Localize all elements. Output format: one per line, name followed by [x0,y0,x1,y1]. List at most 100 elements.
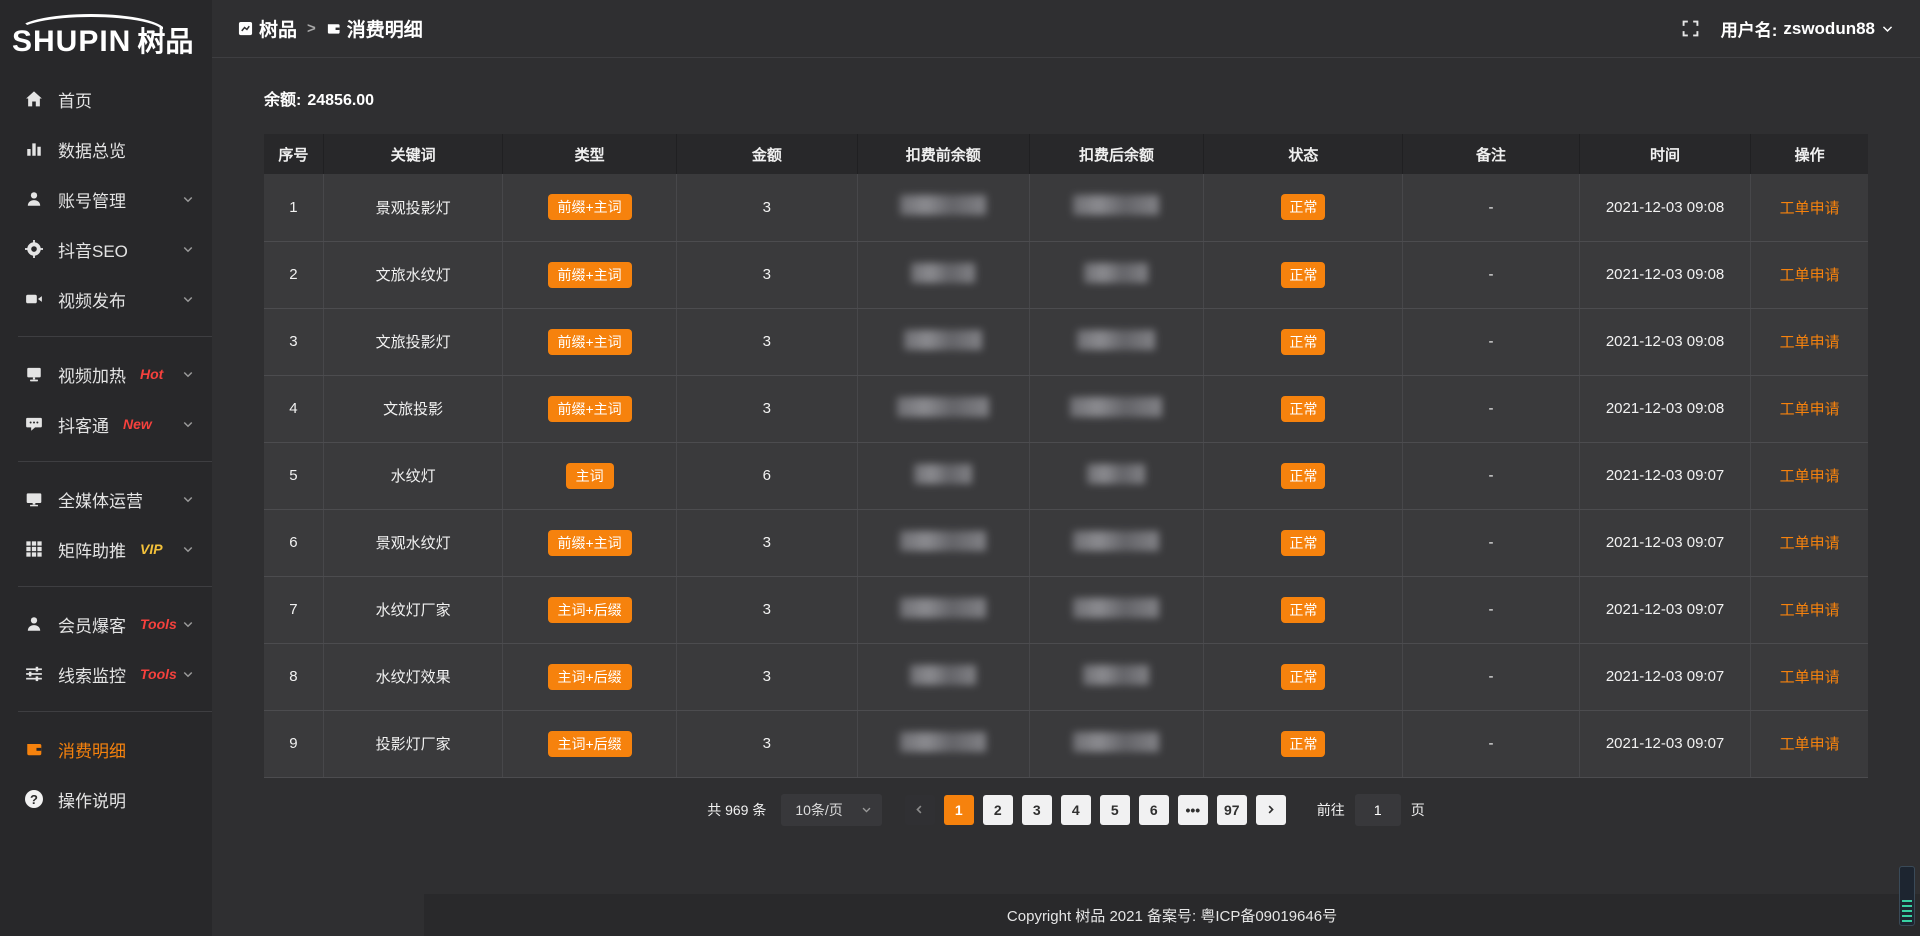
monitor-icon [24,490,44,508]
more-pages-button[interactable]: ••• [1178,795,1208,825]
type-badge: 主词+后缀 [548,597,632,623]
col-status: 状态 [1204,134,1403,174]
breadcrumb-current: 消费明细 [326,15,423,42]
sliders-icon [24,665,44,683]
cell-time: 2021-12-03 09:07 [1579,509,1751,576]
ticket-apply-link[interactable]: 工单申请 [1780,401,1840,418]
sidebar-item-data-overview[interactable]: 数据总览 [0,124,212,174]
cell-balance-before [857,442,1029,509]
cell-remark: - [1403,643,1579,710]
cell-status: 正常 [1204,241,1403,308]
jump-label-before: 前往 [1317,800,1345,820]
cell-time: 2021-12-03 09:07 [1579,442,1751,509]
page-button-3[interactable]: 3 [1022,795,1052,825]
page-button-1[interactable]: 1 [944,795,974,825]
prev-page-button[interactable] [905,795,935,825]
main-area: 树品 > 消费明细 用户名: zswodun88 [212,0,1920,936]
cell-status: 正常 [1204,710,1403,777]
sidebar: SHUPIN树品 首页 数据总览 账号管理 [0,0,212,936]
gear-icon [24,240,44,258]
jump-page-input[interactable] [1355,794,1401,826]
sidebar-item-account-mgmt[interactable]: 账号管理 [0,174,212,224]
sidebar-item-video-publish[interactable]: 视频发布 [0,274,212,324]
ticket-apply-link[interactable]: 工单申请 [1780,334,1840,351]
cell-status: 正常 [1204,375,1403,442]
ticket-apply-link[interactable]: 工单申请 [1780,200,1840,217]
page-button-2[interactable]: 2 [983,795,1013,825]
cell-remark: - [1403,509,1579,576]
cell-balance-after [1029,509,1204,576]
sidebar-item-douyin-seo[interactable]: 抖音SEO [0,224,212,274]
table-row: 8 水纹灯效果 主词+后缀 3 正常 - 2021-12-03 09:07 工单… [264,643,1868,710]
type-badge: 前缀+主词 [548,262,632,288]
cell-keyword: 景观水纹灯 [323,509,503,576]
sidebar-item-matrix-boost[interactable]: 矩阵助推 VIP [0,524,212,574]
type-badge: 前缀+主词 [548,329,632,355]
breadcrumb-home[interactable]: 树品 [238,15,297,42]
censored-balance [1073,732,1159,752]
sidebar-item-member-burst[interactable]: 会员爆客 Tools [0,599,212,649]
sidebar-item-douketong[interactable]: 抖客通 New [0,399,212,449]
sidebar-item-instructions[interactable]: ? 操作说明 [0,774,212,824]
sidebar-item-omni-media[interactable]: 全媒体运营 [0,474,212,524]
cell-balance-before [857,509,1029,576]
censored-balance [914,464,972,484]
cell-type: 主词+后缀 [503,710,676,777]
chevron-down-icon [182,418,194,430]
user-menu[interactable]: 用户名: zswodun88 [1721,16,1894,41]
censored-balance [1083,665,1149,685]
cell-status: 正常 [1204,643,1403,710]
sidebar-item-lead-monitor[interactable]: 线索监控 Tools [0,649,212,699]
censored-balance [1077,330,1155,350]
ticket-apply-link[interactable]: 工单申请 [1780,602,1840,619]
ticket-apply-link[interactable]: 工单申请 [1780,468,1840,485]
floating-widget[interactable] [1899,866,1915,926]
page-size-select[interactable]: 10条/页 [781,794,881,826]
chevron-down-icon [861,804,872,815]
page-button-6[interactable]: 6 [1139,795,1169,825]
cell-remark: - [1403,241,1579,308]
ticket-apply-link[interactable]: 工单申请 [1780,669,1840,686]
cell-type: 前缀+主词 [503,308,676,375]
cell-status: 正常 [1204,308,1403,375]
cell-balance-after [1029,241,1204,308]
balance-line: 余额:24856.00 [264,86,1868,110]
ticket-apply-link[interactable]: 工单申请 [1780,535,1840,552]
next-page-button[interactable] [1256,795,1286,825]
cell-status: 正常 [1204,174,1403,241]
ticket-apply-link[interactable]: 工单申请 [1780,267,1840,284]
sidebar-item-home[interactable]: 首页 [0,74,212,124]
sidebar-item-label: 消费明细 [58,737,126,762]
fullscreen-icon[interactable] [1682,20,1699,37]
page-button-5[interactable]: 5 [1100,795,1130,825]
table-row: 1 景观投影灯 前缀+主词 3 正常 - 2021-12-03 09:08 工单… [264,174,1868,241]
chat-bubble-icon [24,415,44,433]
status-badge: 正常 [1281,731,1325,757]
cell-action: 工单申请 [1751,375,1868,442]
page-button-4[interactable]: 4 [1061,795,1091,825]
cell-status: 正常 [1204,442,1403,509]
cell-type: 主词 [503,442,676,509]
page-button-97[interactable]: 97 [1217,795,1247,825]
censored-balance [900,195,986,215]
table-row: 9 投影灯厂家 主词+后缀 3 正常 - 2021-12-03 09:07 工单… [264,710,1868,777]
status-badge: 正常 [1281,396,1325,422]
breadcrumb-home-label: 树品 [259,15,297,42]
sidebar-item-video-heat[interactable]: 视频加热 Hot [0,349,212,399]
cell-remark: - [1403,174,1579,241]
chevron-down-icon [182,493,194,505]
cell-balance-after [1029,308,1204,375]
page-size-value: 10条/页 [795,800,842,820]
table-row: 2 文旅水纹灯 前缀+主词 3 正常 - 2021-12-03 09:08 工单… [264,241,1868,308]
content: 余额:24856.00 序号 关键词 类型 金额 扣费前余额 扣费后余额 [212,58,1920,936]
censored-balance [900,531,986,551]
ticket-apply-link[interactable]: 工单申请 [1780,736,1840,753]
sidebar-item-consumption-detail[interactable]: 消费明细 [0,724,212,774]
chevron-down-icon [182,243,194,255]
dashboard-icon [238,21,253,36]
username-label: 用户名: [1721,16,1778,41]
cell-action: 工单申请 [1751,174,1868,241]
censored-balance [1073,598,1159,618]
cell-type: 主词+后缀 [503,643,676,710]
status-badge: 正常 [1281,329,1325,355]
